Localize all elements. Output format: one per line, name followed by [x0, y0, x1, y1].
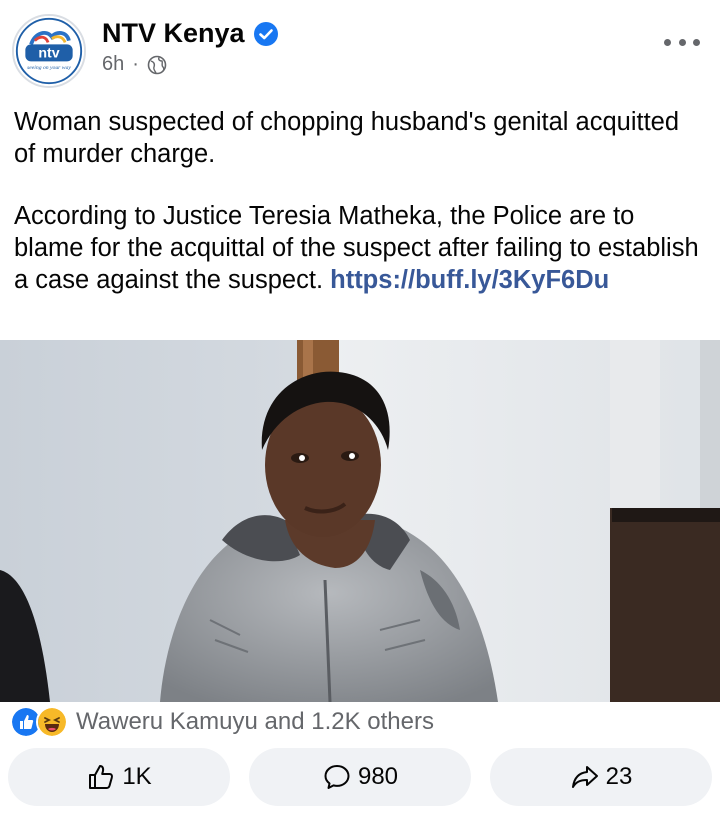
- share-button[interactable]: 23: [490, 748, 712, 806]
- post-link[interactable]: https://buff.ly/3KyF6Du: [330, 266, 609, 294]
- comment-count: 980: [357, 763, 399, 790]
- page-avatar[interactable]: ntv seeing on your way: [12, 14, 86, 88]
- comment-button[interactable]: 980: [249, 748, 471, 806]
- post-body: According to Justice Teresia Matheka, th…: [14, 200, 706, 296]
- post-actions: 1K 980 23: [8, 748, 712, 808]
- ntv-logo-icon: ntv seeing on your way: [14, 16, 84, 86]
- verified-badge-icon: [253, 21, 278, 46]
- post-header: ntv seeing on your way NTV Kenya 6h ·: [0, 0, 720, 96]
- avatar-tagline: seeing on your way: [27, 65, 71, 71]
- like-button[interactable]: 1K: [8, 748, 230, 806]
- page-name-row: NTV Kenya: [102, 18, 279, 49]
- page-name[interactable]: NTV Kenya: [102, 18, 245, 49]
- reactions-summary[interactable]: Waweru Kamuyu and 1.2K others: [10, 706, 434, 738]
- avatar-logo-text: ntv: [38, 46, 59, 62]
- post-photo[interactable]: [0, 340, 720, 702]
- more-dot: [693, 38, 700, 46]
- share-arrow-icon: [571, 766, 598, 788]
- haha-reaction-icon: [36, 706, 68, 738]
- post-time[interactable]: 6h: [102, 53, 124, 76]
- thumbs-up-icon: [89, 765, 114, 789]
- post-text: Woman suspected of chopping husband's ge…: [14, 106, 706, 296]
- comment-icon: [324, 765, 350, 789]
- like-count: 1K: [122, 763, 152, 790]
- post-headline: Woman suspected of chopping husband's ge…: [14, 108, 680, 168]
- more-options-icon[interactable]: [664, 30, 700, 54]
- post-meta: 6h ·: [102, 53, 167, 76]
- reaction-icons: [10, 706, 68, 738]
- more-dot: [664, 38, 671, 46]
- more-dot: [678, 38, 686, 46]
- reactions-text: Waweru Kamuyu and 1.2K others: [76, 708, 434, 735]
- meta-separator: ·: [132, 53, 139, 75]
- globe-icon: [147, 55, 167, 74]
- court-photo-image: [0, 340, 720, 702]
- share-count: 23: [605, 763, 633, 790]
